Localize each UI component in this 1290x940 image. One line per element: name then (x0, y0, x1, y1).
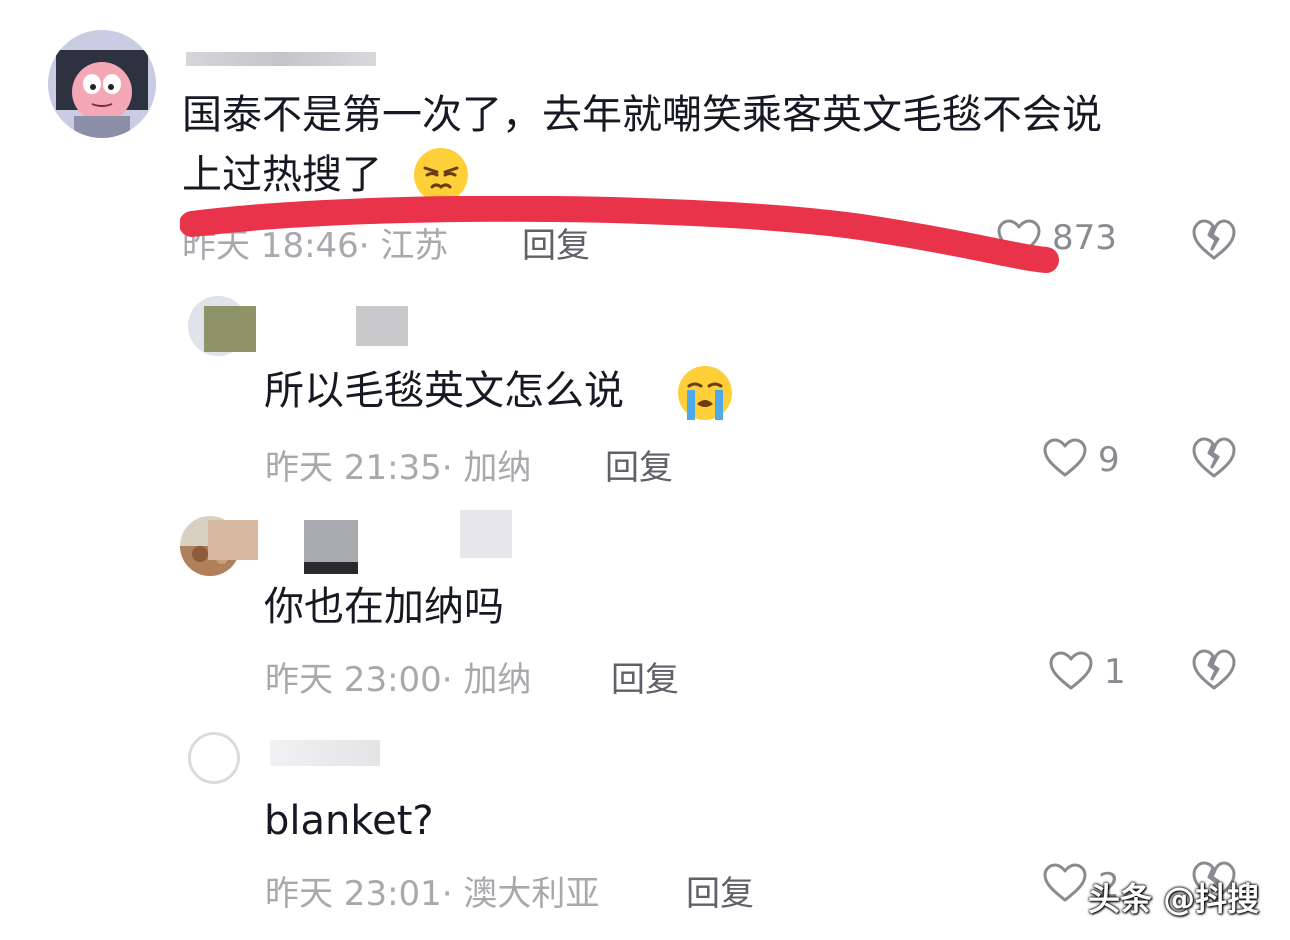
watermark: 头条 @抖搜 (1088, 880, 1260, 918)
like-heart-icon[interactable] (1048, 650, 1094, 692)
username-mosaic[interactable] (208, 520, 258, 560)
reply-button[interactable]: 回复 (611, 652, 679, 701)
comment-location: 加纳 (463, 448, 532, 488)
like-count: 9 (1098, 440, 1120, 480)
username-mosaic (356, 306, 408, 346)
red-marker-underline (180, 196, 1059, 273)
comment-time: 昨天 21:35 (265, 448, 442, 488)
dislike-broken-heart-icon[interactable] (1191, 218, 1237, 262)
comment-meta: 昨天 21:35· 加纳 (265, 448, 532, 488)
like-count: 1 (1104, 652, 1126, 692)
comment-meta: 昨天 23:00· 加纳 (265, 660, 532, 700)
dislike-broken-heart-icon[interactable] (1191, 648, 1237, 692)
comment-time: 昨天 23:01 (265, 874, 442, 914)
avatar[interactable] (188, 732, 240, 784)
avatar[interactable] (48, 30, 156, 138)
comment-meta: 昨天 23:01· 澳大利亚 (265, 874, 600, 914)
reply-button[interactable]: 回复 (605, 440, 673, 489)
username-blurred[interactable] (186, 40, 386, 68)
username-mosaic (270, 740, 380, 766)
comment-text: 国泰不是第一次了，去年就嘲笑乘客英文毛毯不会说 (182, 92, 1102, 138)
like-heart-icon[interactable] (1042, 862, 1088, 904)
username-mosaic (460, 510, 512, 558)
dislike-broken-heart-icon[interactable] (1191, 436, 1237, 480)
reply-button[interactable]: 回复 (686, 866, 754, 915)
comment-text: 你也在加纳吗 (264, 584, 504, 630)
comment-time: 昨天 23:00 (265, 660, 442, 700)
comment-location: 加纳 (463, 660, 532, 700)
username-mosaic (304, 520, 358, 574)
username-mosaic[interactable] (204, 306, 256, 352)
loudly-crying-face-icon (678, 366, 732, 420)
avatar-patrick-image (48, 30, 156, 138)
comment-location: 澳大利亚 (463, 874, 600, 914)
comment-text: blanket? (264, 798, 434, 844)
like-heart-icon[interactable] (1042, 437, 1088, 479)
like-count: 873 (1052, 218, 1117, 258)
comment-text: 所以毛毯英文怎么说 (264, 368, 624, 414)
